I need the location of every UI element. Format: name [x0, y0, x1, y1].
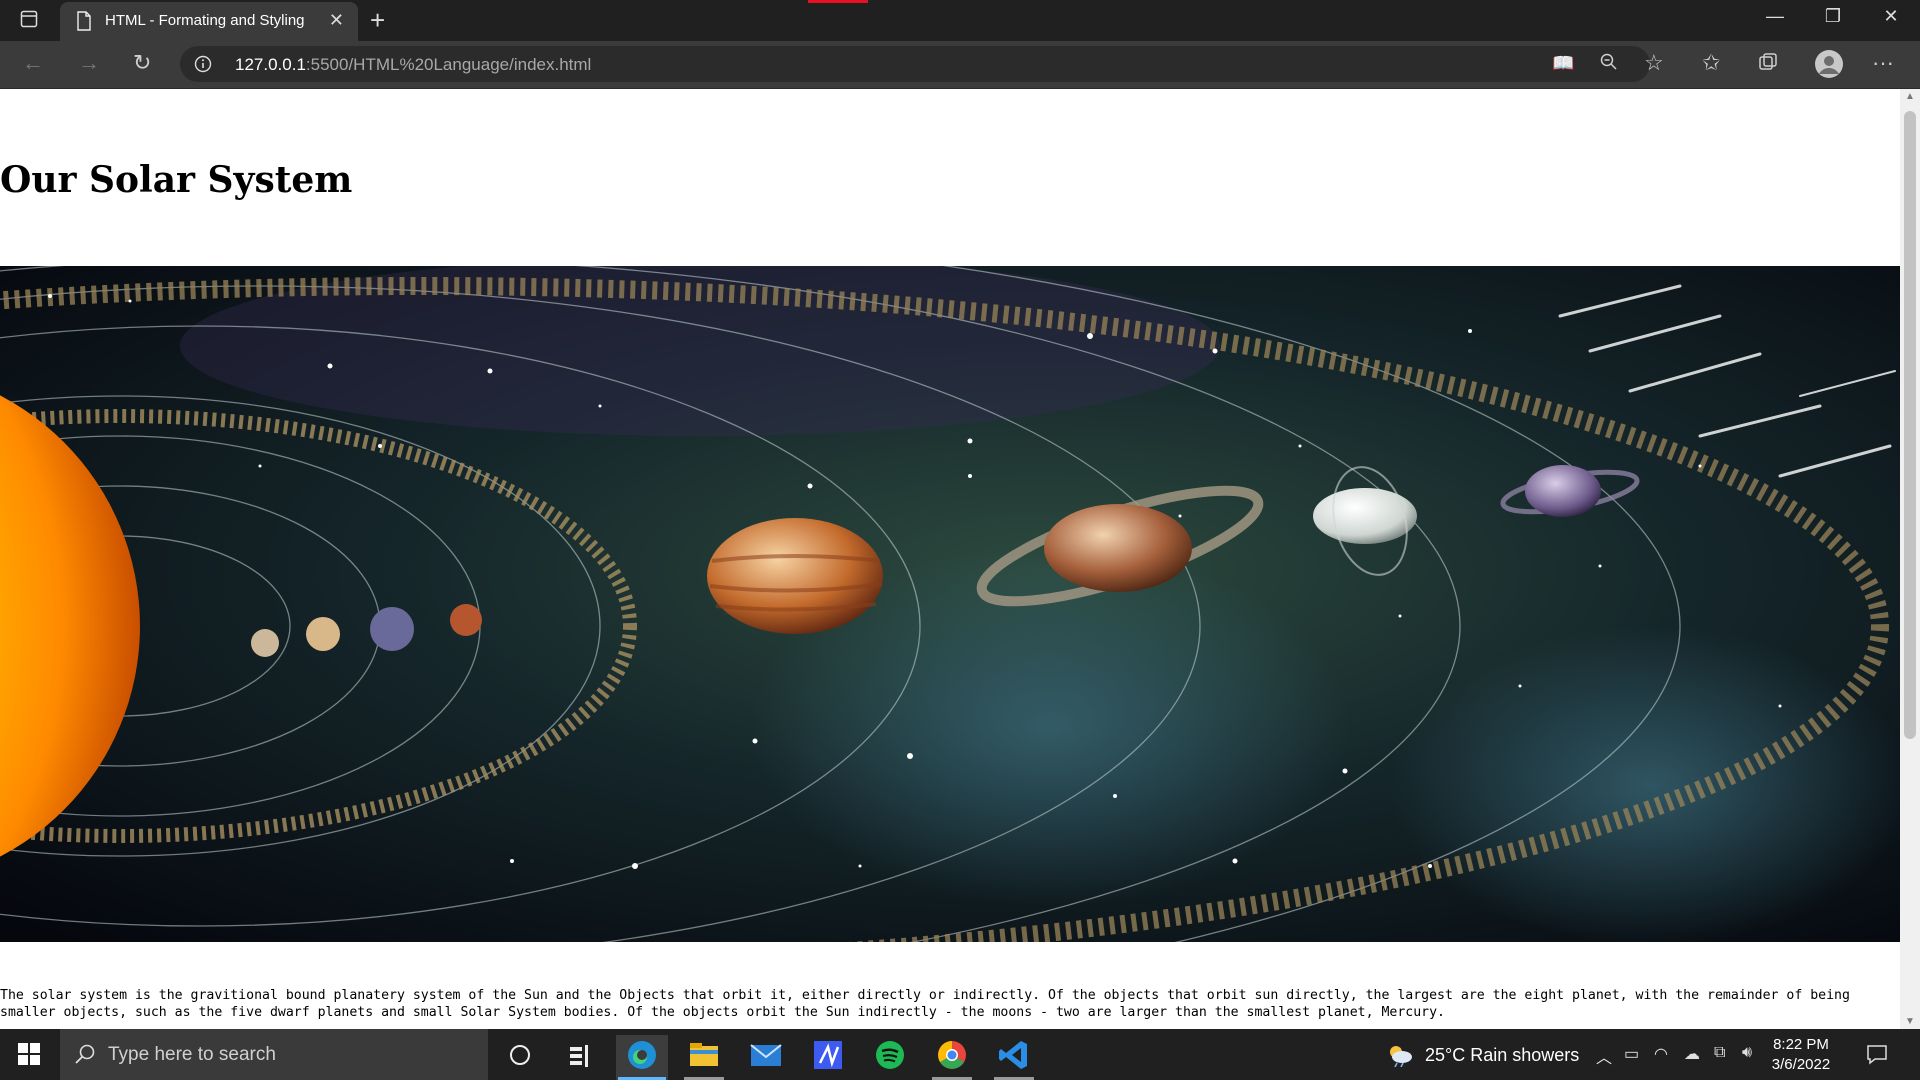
- search-icon: [74, 1043, 96, 1070]
- address-bar[interactable]: 127.0.0.1:5500/HTML%20Language/index.htm…: [180, 46, 1650, 82]
- spotify-icon[interactable]: [864, 1035, 916, 1080]
- tab-active[interactable]: HTML - Formating and Styling ✕: [60, 2, 358, 41]
- description-paragraph: The solar system is the gravitional boun…: [0, 988, 1850, 1020]
- volume-icon[interactable]: 🔊︎: [1742, 1044, 1752, 1062]
- scrollbar-thumb[interactable]: [1904, 111, 1916, 739]
- browser-toolbar: ← → ↻ 127.0.0.1:5500/HTML%20Language/ind…: [0, 41, 1920, 89]
- page-viewport: Our Solar System The solar system is the…: [0, 89, 1900, 1029]
- solar-system-image: [0, 266, 1900, 942]
- task-view-icon[interactable]: [553, 1035, 605, 1080]
- new-tab-button[interactable]: +: [370, 5, 385, 36]
- close-window-button[interactable]: ✕: [1866, 6, 1916, 27]
- document-icon: [76, 11, 92, 35]
- collections-icon[interactable]: [1758, 52, 1778, 78]
- forward-icon[interactable]: →: [78, 50, 100, 76]
- wifi-icon[interactable]: ◠: [1654, 1044, 1668, 1064]
- url-path: :5500/HTML%20Language/index.html: [305, 55, 592, 74]
- meet-now-icon[interactable]: ⧉: [1714, 1044, 1725, 1062]
- zoom-icon[interactable]: [1600, 53, 1618, 76]
- back-icon[interactable]: ←: [22, 50, 44, 76]
- add-favorite-icon[interactable]: ☆: [1644, 50, 1664, 76]
- scroll-down-icon[interactable]: ▼: [1905, 1016, 1915, 1027]
- show-hidden-icons-icon[interactable]: ︿: [1596, 1044, 1612, 1068]
- immersive-reader-icon[interactable]: 📖: [1552, 53, 1574, 74]
- url-text[interactable]: 127.0.0.1:5500/HTML%20Language/index.htm…: [235, 55, 591, 75]
- cortana-icon[interactable]: [494, 1035, 546, 1080]
- page-scrollbar[interactable]: ▲ ▼: [1900, 89, 1920, 1029]
- scroll-up-icon[interactable]: ▲: [1905, 91, 1915, 102]
- restore-button[interactable]: ❐: [1808, 6, 1858, 27]
- chrome-icon[interactable]: [926, 1035, 978, 1080]
- more-options-icon[interactable]: ···: [1872, 50, 1894, 76]
- visual-studio-icon[interactable]: [802, 1035, 854, 1080]
- page-title: Our Solar System: [0, 159, 353, 201]
- rain-cloud-icon: [1385, 1046, 1415, 1071]
- edge-taskbar-icon[interactable]: [616, 1035, 668, 1080]
- info-icon[interactable]: [194, 55, 212, 78]
- notification-icon[interactable]: [1866, 1043, 1888, 1070]
- windows-taskbar: Type here to search 25°C Rain showers ︿ …: [0, 1029, 1920, 1080]
- refresh-icon[interactable]: ↻: [133, 50, 151, 76]
- weather-widget[interactable]: 25°C Rain showers: [1385, 1043, 1579, 1072]
- browser-titlebar: HTML - Formating and Styling ✕ + — ❐ ✕: [0, 0, 1920, 41]
- weather-text: 25°C Rain showers: [1425, 1045, 1580, 1065]
- taskbar-search[interactable]: Type here to search: [60, 1029, 488, 1080]
- mail-icon[interactable]: [740, 1035, 792, 1080]
- search-placeholder: Type here to search: [108, 1044, 276, 1065]
- battery-icon[interactable]: ▭: [1624, 1044, 1639, 1064]
- indicator-bar: [808, 0, 868, 3]
- profile-avatar-icon[interactable]: [1814, 49, 1844, 85]
- clock-date: 3/6/2022: [1771, 1056, 1831, 1073]
- url-host: 127.0.0.1: [235, 55, 306, 74]
- vscode-icon[interactable]: [988, 1035, 1040, 1080]
- system-clock[interactable]: 8:22 PM 3/6/2022: [1768, 1035, 1834, 1075]
- clock-time: 8:22 PM: [1773, 1036, 1829, 1053]
- tab-actions-icon[interactable]: [20, 10, 38, 33]
- file-explorer-icon[interactable]: [678, 1035, 730, 1080]
- favorites-icon[interactable]: ✩: [1702, 50, 1720, 76]
- tab-title: HTML - Formating and Styling: [105, 12, 305, 29]
- windows-start-icon[interactable]: [18, 1043, 40, 1070]
- minimize-button[interactable]: —: [1750, 6, 1800, 27]
- onedrive-icon[interactable]: ☁: [1684, 1044, 1700, 1064]
- close-tab-icon[interactable]: ✕: [329, 10, 344, 31]
